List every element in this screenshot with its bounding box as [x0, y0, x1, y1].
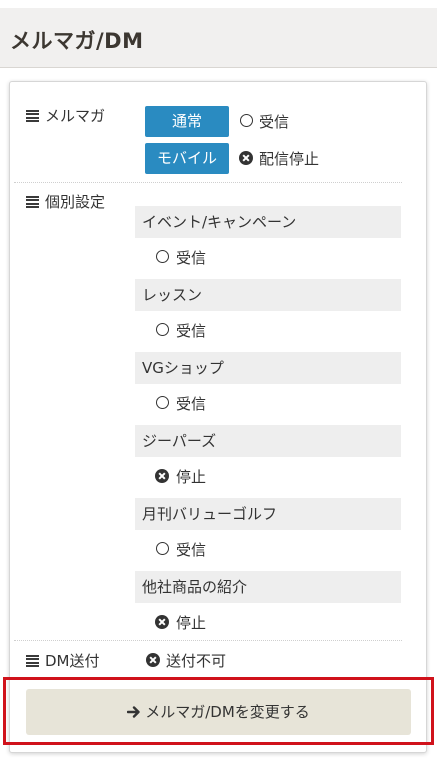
radio-empty-icon: [156, 250, 169, 263]
category-bar: レッスン: [135, 279, 401, 311]
category-status: 停止: [176, 468, 207, 486]
category-bar: ジーパーズ: [135, 425, 401, 457]
category-bar: 月刊バリューゴルフ: [135, 498, 401, 530]
category-status: 受信: [176, 249, 207, 267]
radio-empty-icon: [156, 323, 169, 336]
list-lines-icon: [26, 196, 39, 208]
radio-empty-icon: [240, 114, 253, 127]
change-mailmag-dm-button[interactable]: メルマガ/DMを変更する: [26, 689, 411, 735]
individual-label: 個別設定: [45, 193, 106, 211]
category-status: 停止: [176, 614, 207, 632]
change-button-label: メルマガ/DMを変更する: [145, 703, 310, 721]
category-bar: イベント/キャンペーン: [135, 206, 401, 238]
page-title: メルマガ/DM: [10, 29, 144, 53]
circle-x-icon: [155, 615, 169, 629]
category-status: 受信: [176, 395, 207, 413]
circle-x-icon: [239, 151, 253, 165]
list-lines-icon: [26, 110, 39, 122]
dm-label: DM送付: [45, 652, 100, 670]
mailmag-mobile-button[interactable]: モバイル: [145, 143, 229, 174]
category-status: 受信: [176, 541, 207, 559]
arrow-right-icon: [127, 690, 141, 718]
category-bar: VGショップ: [135, 352, 401, 384]
page-header: メルマガ/DM: [0, 8, 437, 68]
mailmag-mobile-status: 配信停止: [259, 150, 320, 168]
mailmag-label: メルマガ: [45, 107, 106, 125]
circle-x-icon: [155, 469, 169, 483]
mailmag-normal-button[interactable]: 通常: [145, 106, 229, 137]
category-bar: 他社商品の紹介: [135, 571, 401, 603]
radio-empty-icon: [156, 396, 169, 409]
radio-empty-icon: [156, 542, 169, 555]
mailmag-normal-status: 受信: [259, 113, 290, 131]
category-status: 受信: [176, 322, 207, 340]
dm-status: 送付不可: [166, 652, 227, 670]
divider: [14, 640, 402, 641]
circle-x-icon: [146, 653, 160, 667]
divider: [14, 182, 402, 183]
list-lines-icon: [26, 655, 39, 667]
